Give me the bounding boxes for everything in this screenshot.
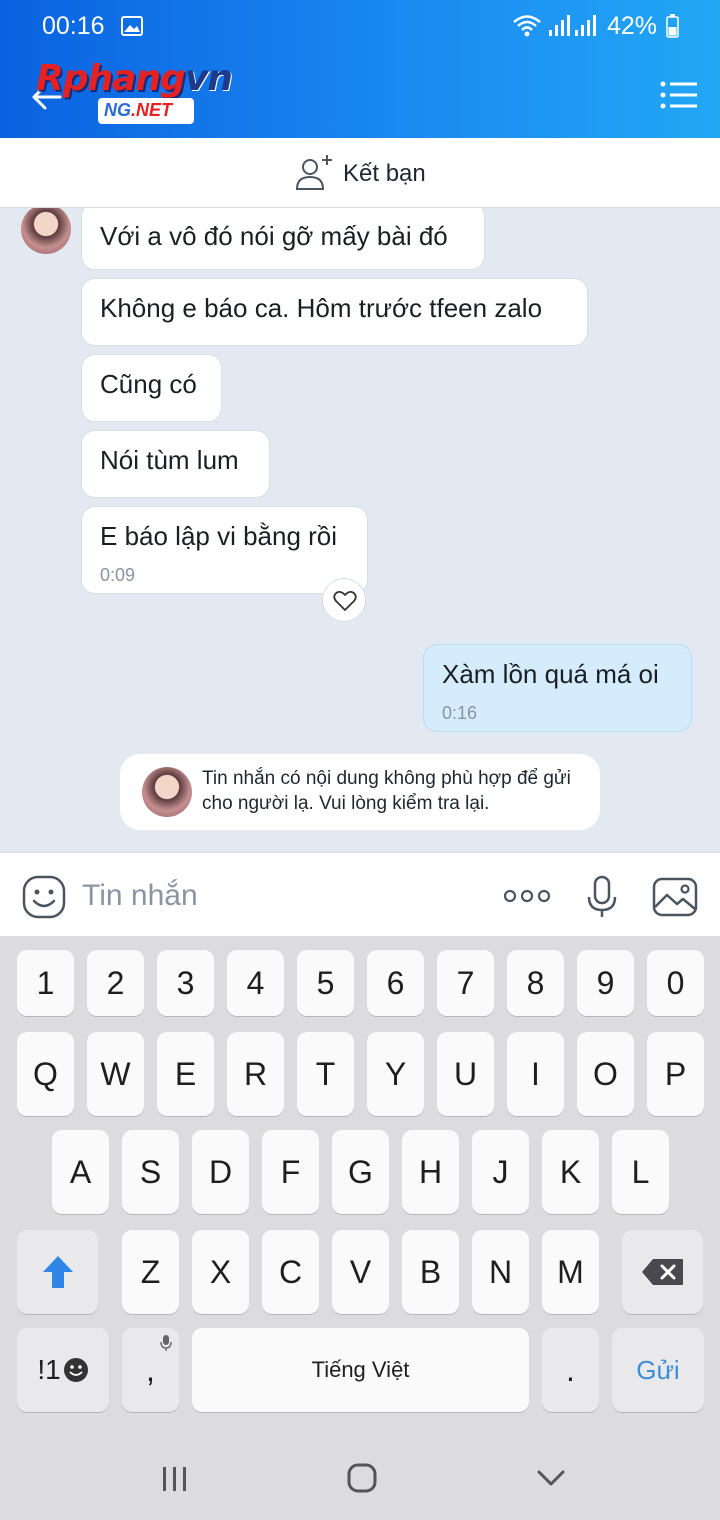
send-key[interactable]: Gửi (612, 1328, 704, 1412)
symbols-key[interactable]: !1 (17, 1328, 109, 1412)
message-time: 0:16 (442, 703, 478, 723)
key-o[interactable]: O (577, 1032, 634, 1116)
sent-message-bubble[interactable]: Xàm lồn quá má oi 0:16 (423, 644, 692, 732)
emoji-icon[interactable] (22, 875, 66, 919)
key-4[interactable]: 4 (227, 950, 284, 1016)
avatar (142, 767, 192, 817)
add-friend-label[interactable]: Kết bạn (343, 160, 426, 188)
key-n[interactable]: N (472, 1230, 529, 1314)
backspace-icon (641, 1259, 683, 1285)
key-q[interactable]: Q (17, 1032, 74, 1116)
key-r[interactable]: R (227, 1032, 284, 1116)
key-p[interactable]: P (647, 1032, 704, 1116)
message-bubble[interactable]: Với a vô đó nói gỡ mấy bài đó (81, 208, 485, 270)
gallery-icon (121, 16, 143, 36)
shift-key[interactable] (17, 1230, 98, 1314)
system-nav-bar (0, 1440, 720, 1520)
key-b[interactable]: B (402, 1230, 459, 1314)
key-v[interactable]: V (332, 1230, 389, 1314)
period-key[interactable]: . (542, 1328, 599, 1412)
status-bar: 00:16 42% (0, 0, 720, 54)
battery-percent: 42% (607, 12, 658, 40)
key-k[interactable]: K (542, 1130, 599, 1214)
key-d[interactable]: D (192, 1130, 249, 1214)
message-text: Nói tùm lum (100, 445, 239, 475)
comma-key[interactable]: , (122, 1328, 179, 1412)
key-7[interactable]: 7 (437, 950, 494, 1016)
add-friend-icon (295, 155, 332, 190)
recent-apps-icon[interactable] (160, 1464, 190, 1494)
key-y[interactable]: Y (367, 1032, 424, 1116)
react-button[interactable] (322, 578, 366, 622)
space-label: Tiếng Việt (311, 1357, 410, 1382)
warning-notice: Tin nhắn có nội dung không phù hợp để gử… (120, 754, 600, 830)
home-icon[interactable] (346, 1462, 378, 1494)
key-l[interactable]: L (612, 1130, 669, 1214)
menu-icon[interactable] (660, 80, 698, 110)
message-input[interactable]: Tin nhắn (82, 879, 198, 913)
image-icon[interactable] (652, 877, 698, 917)
key-6[interactable]: 6 (367, 950, 424, 1016)
send-label: Gửi (636, 1354, 680, 1385)
key-1[interactable]: 1 (17, 950, 74, 1016)
on-screen-keyboard: 1 2 3 4 5 6 7 8 9 0 Q W E R T Y U I O P … (0, 936, 720, 1440)
key-h[interactable]: H (402, 1130, 459, 1214)
chat-area[interactable]: Với a vô đó nói gỡ mấy bài đó Không e bá… (0, 208, 720, 852)
wifi-icon (513, 15, 541, 37)
message-bubble[interactable]: Nói tùm lum (81, 430, 270, 498)
key-9[interactable]: 9 (577, 950, 634, 1016)
shift-icon (42, 1256, 73, 1288)
space-key[interactable]: Tiếng Việt (192, 1328, 529, 1412)
emoji-icon (63, 1358, 88, 1382)
key-0[interactable]: 0 (647, 950, 704, 1016)
key-a[interactable]: A (52, 1130, 109, 1214)
key-t[interactable]: T (297, 1032, 354, 1116)
heart-icon (333, 591, 357, 611)
app-header: 00:16 42% Rphangvn NG.NET (0, 0, 720, 138)
key-f[interactable]: F (262, 1130, 319, 1214)
avatar[interactable] (21, 208, 71, 254)
battery-icon (666, 14, 679, 38)
key-i[interactable]: I (507, 1032, 564, 1116)
key-2[interactable]: 2 (87, 950, 144, 1016)
message-bubble[interactable]: Cũng có (81, 354, 222, 422)
key-s[interactable]: S (122, 1130, 179, 1214)
key-x[interactable]: X (192, 1230, 249, 1314)
message-input-bar: Tin nhắn (0, 852, 720, 936)
key-w[interactable]: W (87, 1032, 144, 1116)
key-u[interactable]: U (437, 1032, 494, 1116)
key-m[interactable]: M (542, 1230, 599, 1314)
key-z[interactable]: Z (122, 1230, 179, 1314)
back-icon[interactable] (536, 1466, 566, 1490)
watermark-logo: Rphangvn NG.NET (36, 58, 256, 128)
mic-icon (160, 1335, 172, 1351)
key-8[interactable]: 8 (507, 950, 564, 1016)
add-friend-bar[interactable]: Kết bạn (0, 138, 720, 208)
message-text: Xàm lồn quá má oi (442, 659, 659, 689)
message-text: Không e báo ca. Hôm trước tfeen zalo (100, 293, 543, 323)
message-text: Cũng có (100, 369, 197, 399)
mic-icon[interactable] (586, 875, 618, 919)
key-3[interactable]: 3 (157, 950, 214, 1016)
comma-label: , (146, 1351, 155, 1388)
backspace-key[interactable] (622, 1230, 703, 1314)
key-j[interactable]: J (472, 1130, 529, 1214)
period-label: . (566, 1351, 575, 1388)
symbols-label: !1 (37, 1354, 61, 1385)
message-text: Với a vô đó nói gỡ mấy bài đó (100, 221, 448, 251)
message-bubble[interactable]: E báo lập vi bằng rồi 0:09 (81, 506, 368, 594)
message-bubble[interactable]: Không e báo ca. Hôm trước tfeen zalo (81, 278, 588, 346)
key-g[interactable]: G (332, 1130, 389, 1214)
message-time: 0:09 (100, 565, 136, 585)
status-time: 00:16 (42, 12, 105, 40)
message-text: E báo lập vi bằng rồi (100, 521, 338, 551)
signal-icon (549, 15, 570, 36)
key-5[interactable]: 5 (297, 950, 354, 1016)
more-icon[interactable] (503, 889, 551, 903)
key-e[interactable]: E (157, 1032, 214, 1116)
signal-icon (575, 15, 596, 36)
key-c[interactable]: C (262, 1230, 319, 1314)
warning-text: Tin nhắn có nội dung không phù hợp để gử… (202, 768, 571, 814)
